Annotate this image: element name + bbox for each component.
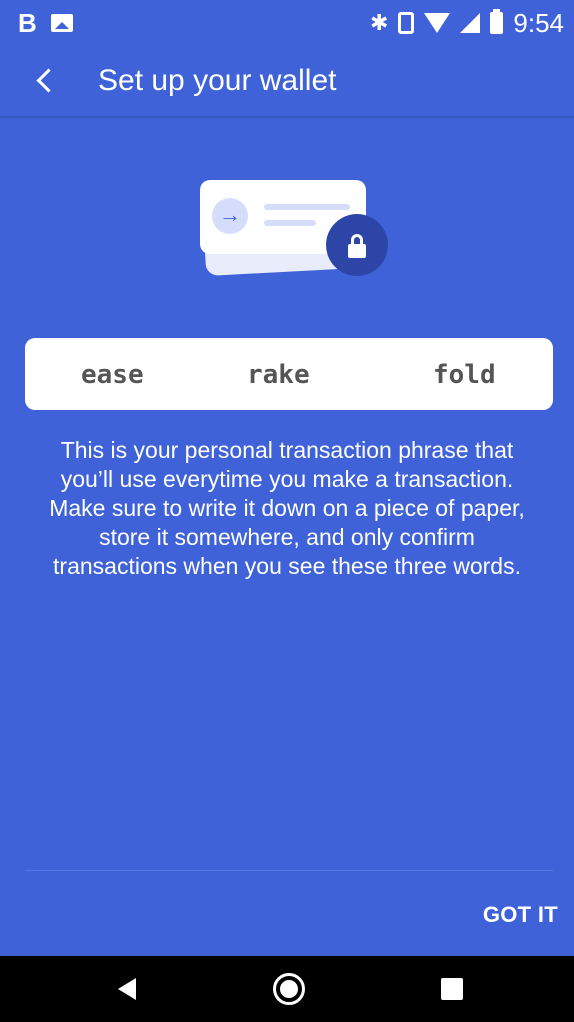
- status-bar: B ✱ 9:54: [0, 0, 574, 46]
- cell-signal-icon: [460, 13, 481, 33]
- screen: B ✱ 9:54 Set up your wallet ease rake: [0, 0, 574, 1022]
- status-bar-notifications: B: [18, 8, 73, 38]
- card-line-long: [264, 204, 350, 210]
- wifi-icon: [424, 13, 451, 33]
- bluetooth-icon: ✱: [369, 10, 389, 35]
- divider: [25, 870, 553, 871]
- phrase-description: This is your personal transaction phrase…: [49, 437, 525, 579]
- status-time: 9:54: [513, 8, 564, 38]
- lock-body: [348, 244, 366, 258]
- lock-icon: [326, 214, 388, 276]
- phrase-word-1: ease: [81, 360, 144, 390]
- got-it-button[interactable]: GOT IT: [483, 900, 558, 930]
- nav-recents-icon[interactable]: [441, 978, 463, 1000]
- back-arrow-icon[interactable]: [32, 60, 62, 100]
- battery-icon: [490, 9, 504, 34]
- status-bar-system: ✱ 9:54: [370, 8, 564, 38]
- page-title: Set up your wallet: [98, 64, 337, 97]
- phrase-word-2: rake: [247, 360, 310, 390]
- system-nav-bar: [0, 956, 574, 1022]
- wallet-illustration: [196, 176, 392, 286]
- app-bar: Set up your wallet: [0, 46, 574, 118]
- b-notification-icon: B: [18, 8, 37, 38]
- arrow-right-icon: [212, 198, 248, 234]
- phrase-word-3: fold: [433, 360, 496, 390]
- transaction-phrase-card: ease rake fold: [25, 338, 553, 410]
- vibrate-icon: [398, 12, 415, 34]
- card-line-short: [264, 220, 316, 226]
- image-notification-icon: [50, 14, 73, 32]
- nav-home-icon[interactable]: [273, 973, 305, 1005]
- nav-back-icon[interactable]: [118, 978, 136, 1000]
